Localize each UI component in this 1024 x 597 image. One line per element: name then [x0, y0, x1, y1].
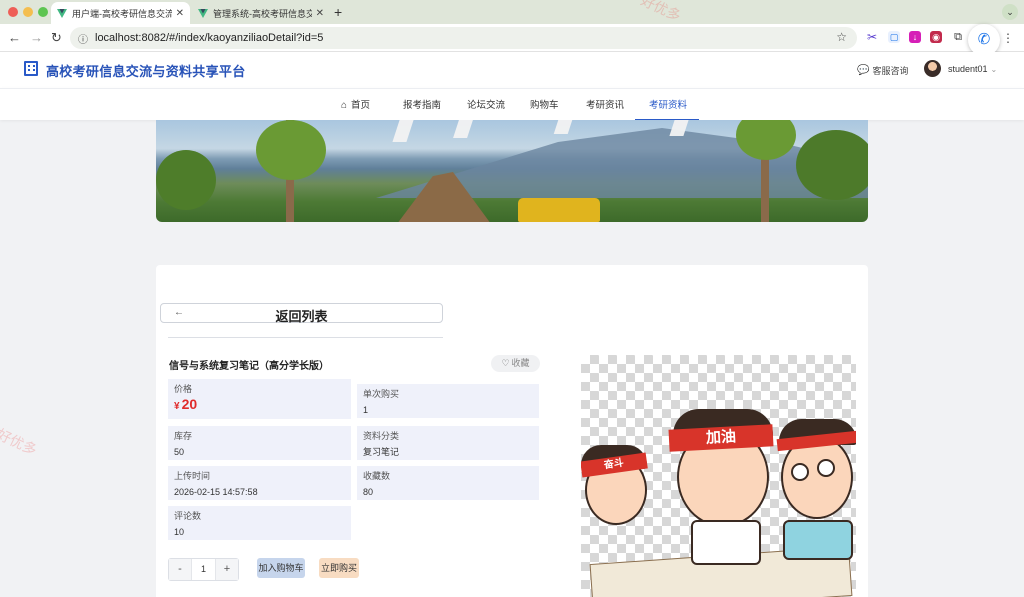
upload-time-field: 上传时间 2026-02-15 14:57:58 — [168, 466, 351, 500]
info-icon[interactable]: ⓘ — [78, 31, 88, 46]
reload-icon[interactable]: ↻ — [51, 30, 62, 46]
per-purchase-value: 1 — [363, 405, 369, 415]
nav-item-forum[interactable]: 论坛交流 — [467, 97, 505, 111]
category-field: 资料分类 复习笔记 — [357, 426, 539, 460]
favorites-label: 收藏数 — [363, 471, 391, 481]
new-tab-button[interactable]: + — [334, 4, 342, 20]
back-to-list-label: 返回列表 — [275, 309, 328, 324]
home-icon: ⌂ — [341, 100, 348, 111]
product-title: 信号与系统复习笔记（高分学长版） — [169, 361, 329, 372]
scissors-icon[interactable]: ✂ — [866, 31, 878, 43]
banner-image — [156, 120, 868, 222]
nav-item-cart[interactable]: 购物车 — [530, 97, 559, 111]
username: student01 — [948, 64, 988, 74]
favorites-value: 80 — [363, 487, 374, 497]
tab-close-icon[interactable]: ✕ — [176, 8, 184, 19]
tab-search-icon[interactable]: ⌄ — [1002, 4, 1018, 20]
chat-icon: 💬 — [857, 65, 870, 76]
upload-time-label: 上传时间 — [174, 471, 211, 481]
extension-icon[interactable]: ▢ — [888, 31, 900, 43]
favorites-field: 收藏数 80 — [357, 466, 539, 500]
extension-icon[interactable]: ◉ — [930, 31, 942, 43]
product-cover-image: 奋斗 加油 — [581, 355, 856, 597]
puzzle-icon[interactable]: ⧉ — [952, 31, 964, 43]
quantity-decrease-button[interactable]: - — [169, 559, 191, 580]
brand-title[interactable]: 高校考研信息交流与资料共享平台 — [46, 61, 246, 80]
comments-label: 评论数 — [174, 511, 202, 521]
back-icon[interactable]: ← — [8, 30, 21, 45]
nav-item-label: 首页 — [351, 100, 371, 111]
menu-icon[interactable]: ⋮ — [1002, 31, 1014, 45]
main-nav: ⌂ 首页 报考指南 论坛交流 购物车 考研资讯 考研资料 — [0, 88, 1024, 121]
site-header: 高校考研信息交流与资料共享平台 💬 客服咨询 student01 ⌄ — [0, 52, 1024, 88]
address-bar[interactable]: ⓘ localhost:8082/#/index/kaoyanziliaoDet… — [70, 27, 857, 49]
window-minimize-button[interactable] — [23, 7, 33, 17]
back-to-list-button[interactable]: ← 返回列表 — [160, 303, 443, 324]
watermark: 好优多 — [0, 425, 40, 459]
quantity-increase-button[interactable]: + — [216, 559, 238, 580]
nav-item-news[interactable]: 考研资讯 — [586, 97, 624, 111]
divider — [168, 337, 443, 338]
category-label: 资料分类 — [363, 431, 400, 441]
tab-title: 管理系统-高校考研信息交流与资 — [213, 8, 312, 19]
quantity-input[interactable]: 1 — [191, 559, 216, 580]
browser-tab-user[interactable]: 用户端-高校考研信息交流与资料 ✕ — [51, 2, 190, 24]
avatar[interactable] — [924, 60, 941, 77]
comments-value: 10 — [174, 527, 185, 537]
browser-tab-bar: 用户端-高校考研信息交流与资料 ✕ 管理系统-高校考研信息交流与资 ✕ + ⌄ — [0, 0, 1024, 24]
nav-item-materials[interactable]: 考研资料 — [649, 97, 687, 111]
stock-label: 库存 — [174, 431, 193, 441]
url-text: localhost:8082/#/index/kaoyanziliaoDetai… — [95, 32, 324, 44]
favorite-button[interactable]: ♡ 收藏 — [491, 355, 540, 372]
window-close-button[interactable] — [8, 7, 18, 17]
customer-service-link[interactable]: 💬 客服咨询 — [857, 64, 908, 77]
price-field: 价格 ¥20 — [168, 379, 351, 419]
vue-logo-icon — [57, 8, 67, 18]
window-zoom-button[interactable] — [38, 7, 48, 17]
download-icon[interactable]: ↓ — [909, 31, 921, 43]
stock-value: 50 — [174, 447, 185, 457]
customer-service-label: 客服咨询 — [872, 66, 909, 76]
forward-icon[interactable]: → — [30, 30, 43, 45]
stock-field: 库存 50 — [168, 426, 351, 460]
price-number: 20 — [181, 396, 198, 412]
add-to-cart-button[interactable]: 加入购物车 — [257, 558, 305, 578]
user-menu[interactable]: student01 ⌄ — [948, 64, 997, 74]
per-purchase-field: 单次购买 1 — [357, 384, 539, 418]
heart-icon: ♡ — [501, 358, 510, 368]
vue-logo-icon — [198, 8, 208, 18]
building-icon — [24, 61, 38, 76]
comments-field: 评论数 10 — [168, 506, 351, 540]
currency-symbol: ¥ — [174, 401, 180, 412]
chevron-down-icon: ⌄ — [990, 65, 998, 74]
tab-close-icon[interactable]: ✕ — [316, 8, 324, 19]
tab-title: 用户端-高校考研信息交流与资料 — [72, 8, 172, 19]
buy-now-button[interactable]: 立即购买 — [319, 558, 359, 578]
price-label: 价格 — [174, 384, 193, 394]
quantity-stepper: - 1 + — [168, 558, 239, 581]
nav-item-home[interactable]: ⌂ 首页 — [341, 97, 370, 111]
per-purchase-label: 单次购买 — [363, 389, 400, 399]
nav-item-guide[interactable]: 报考指南 — [403, 97, 441, 111]
browser-tab-admin[interactable]: 管理系统-高校考研信息交流与资 ✕ — [192, 2, 330, 24]
favorite-label: 收藏 — [511, 358, 530, 368]
upload-time-value: 2026-02-15 14:57:58 — [174, 487, 258, 497]
category-value: 复习笔记 — [363, 447, 400, 457]
price-value: ¥20 — [174, 396, 345, 412]
browser-toolbar: ← → ↻ ⓘ localhost:8082/#/index/kaoyanzil… — [0, 24, 1024, 52]
star-icon[interactable]: ☆ — [836, 30, 847, 44]
